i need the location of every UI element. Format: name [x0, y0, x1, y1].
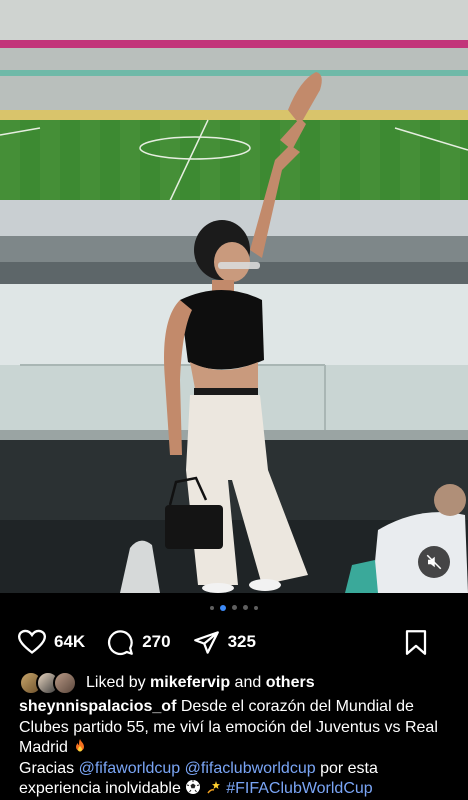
mute-button[interactable]	[418, 546, 450, 578]
carousel-dot	[210, 605, 214, 610]
like-button[interactable]: 64K	[18, 629, 85, 655]
post-caption: sheynnispalacios_of Desde el corazón del…	[19, 697, 452, 800]
stadium-photo-illustration	[0, 0, 468, 593]
mention-fifaworldcup-link[interactable]: @fifaworldcup	[79, 760, 181, 777]
comment-icon	[108, 629, 134, 655]
likes-count: 64K	[54, 632, 86, 651]
heart-icon	[18, 629, 46, 654]
share-button[interactable]: 325	[193, 629, 256, 656]
liked-by-user-link[interactable]: mikefervip	[150, 674, 230, 691]
post-photo[interactable]	[0, 0, 468, 593]
liker-avatars	[19, 671, 77, 695]
save-button[interactable]	[404, 629, 428, 656]
liked-by-others-link[interactable]: others	[266, 674, 315, 691]
caption-username-link[interactable]: sheynnispalacios_of	[19, 698, 176, 715]
carousel-dot	[243, 605, 248, 610]
carousel-dot-active	[220, 604, 226, 611]
carousel-dot	[232, 605, 237, 610]
speaker-muted-icon	[426, 554, 442, 570]
comment-button[interactable]: 270	[107, 629, 171, 656]
bookmark-icon	[405, 629, 427, 655]
post-action-bar: 64K 270 325	[18, 626, 450, 658]
liked-by-prefix: Liked by	[86, 674, 146, 691]
avatar	[53, 671, 77, 695]
shares-count: 325	[227, 632, 256, 651]
comments-count: 270	[142, 632, 171, 651]
send-icon	[193, 630, 219, 654]
fire-emoji-icon	[76, 739, 85, 752]
mention-fifaclubworldcup-link[interactable]: @fifaclubworldcup	[185, 760, 316, 777]
carousel-dot	[254, 605, 258, 610]
liked-by-row[interactable]: Liked by mikefervip and others	[19, 670, 450, 696]
hashtag-link[interactable]: #FIFAClubWorldCup	[226, 780, 372, 797]
liked-by-joiner: and	[234, 674, 262, 691]
carousel-indicator	[0, 604, 468, 611]
soccer-ball-emoji-icon	[186, 780, 201, 794]
caption-thanks: Gracias	[19, 759, 75, 777]
dizzy-star-emoji-icon	[207, 781, 220, 794]
